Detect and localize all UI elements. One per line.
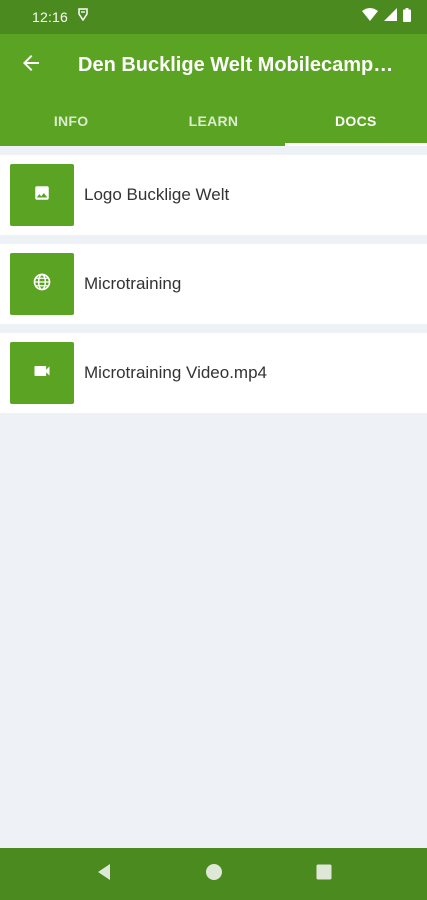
home-circle-icon [205, 863, 223, 886]
document-thumbnail [10, 164, 74, 226]
arrow-left-icon [19, 51, 43, 80]
system-nav-bar [0, 848, 427, 900]
document-label: Microtraining [84, 274, 182, 293]
status-bar: 12:16 [0, 0, 427, 34]
nav-home-button[interactable] [159, 848, 269, 900]
recents-square-icon [316, 864, 332, 885]
list-item[interactable]: Microtraining Video.mp4 [0, 333, 427, 413]
nav-back-button[interactable] [49, 848, 159, 900]
document-label: Logo Bucklige Welt [84, 185, 230, 204]
tab-bar: INFO LEARN DOCS [0, 96, 427, 146]
tab-docs[interactable]: DOCS [284, 96, 427, 146]
documents-list: Logo Bucklige Welt Microtraining Microtr… [0, 155, 427, 422]
page-title: Den Bucklige Welt Mobilecamp… [78, 53, 394, 76]
wifi-icon [362, 8, 378, 26]
image-icon [33, 184, 51, 207]
list-item[interactable]: Microtraining [0, 244, 427, 324]
battery-icon [403, 7, 411, 27]
nav-recents-button[interactable] [269, 848, 379, 900]
document-thumbnail [10, 342, 74, 404]
signal-icon [384, 8, 397, 26]
video-icon [32, 361, 52, 386]
back-button[interactable] [0, 34, 62, 96]
app-bar: Den Bucklige Welt Mobilecamp… [0, 34, 427, 96]
back-triangle-icon [96, 863, 112, 886]
status-time: 12:16 [32, 9, 69, 25]
tab-info[interactable]: INFO [0, 96, 142, 146]
document-label: Microtraining Video.mp4 [84, 363, 267, 382]
list-item[interactable]: Logo Bucklige Welt [0, 155, 427, 235]
globe-icon [32, 272, 52, 297]
document-thumbnail [10, 253, 74, 315]
notification-icon [78, 8, 88, 26]
tab-learn[interactable]: LEARN [142, 96, 284, 146]
